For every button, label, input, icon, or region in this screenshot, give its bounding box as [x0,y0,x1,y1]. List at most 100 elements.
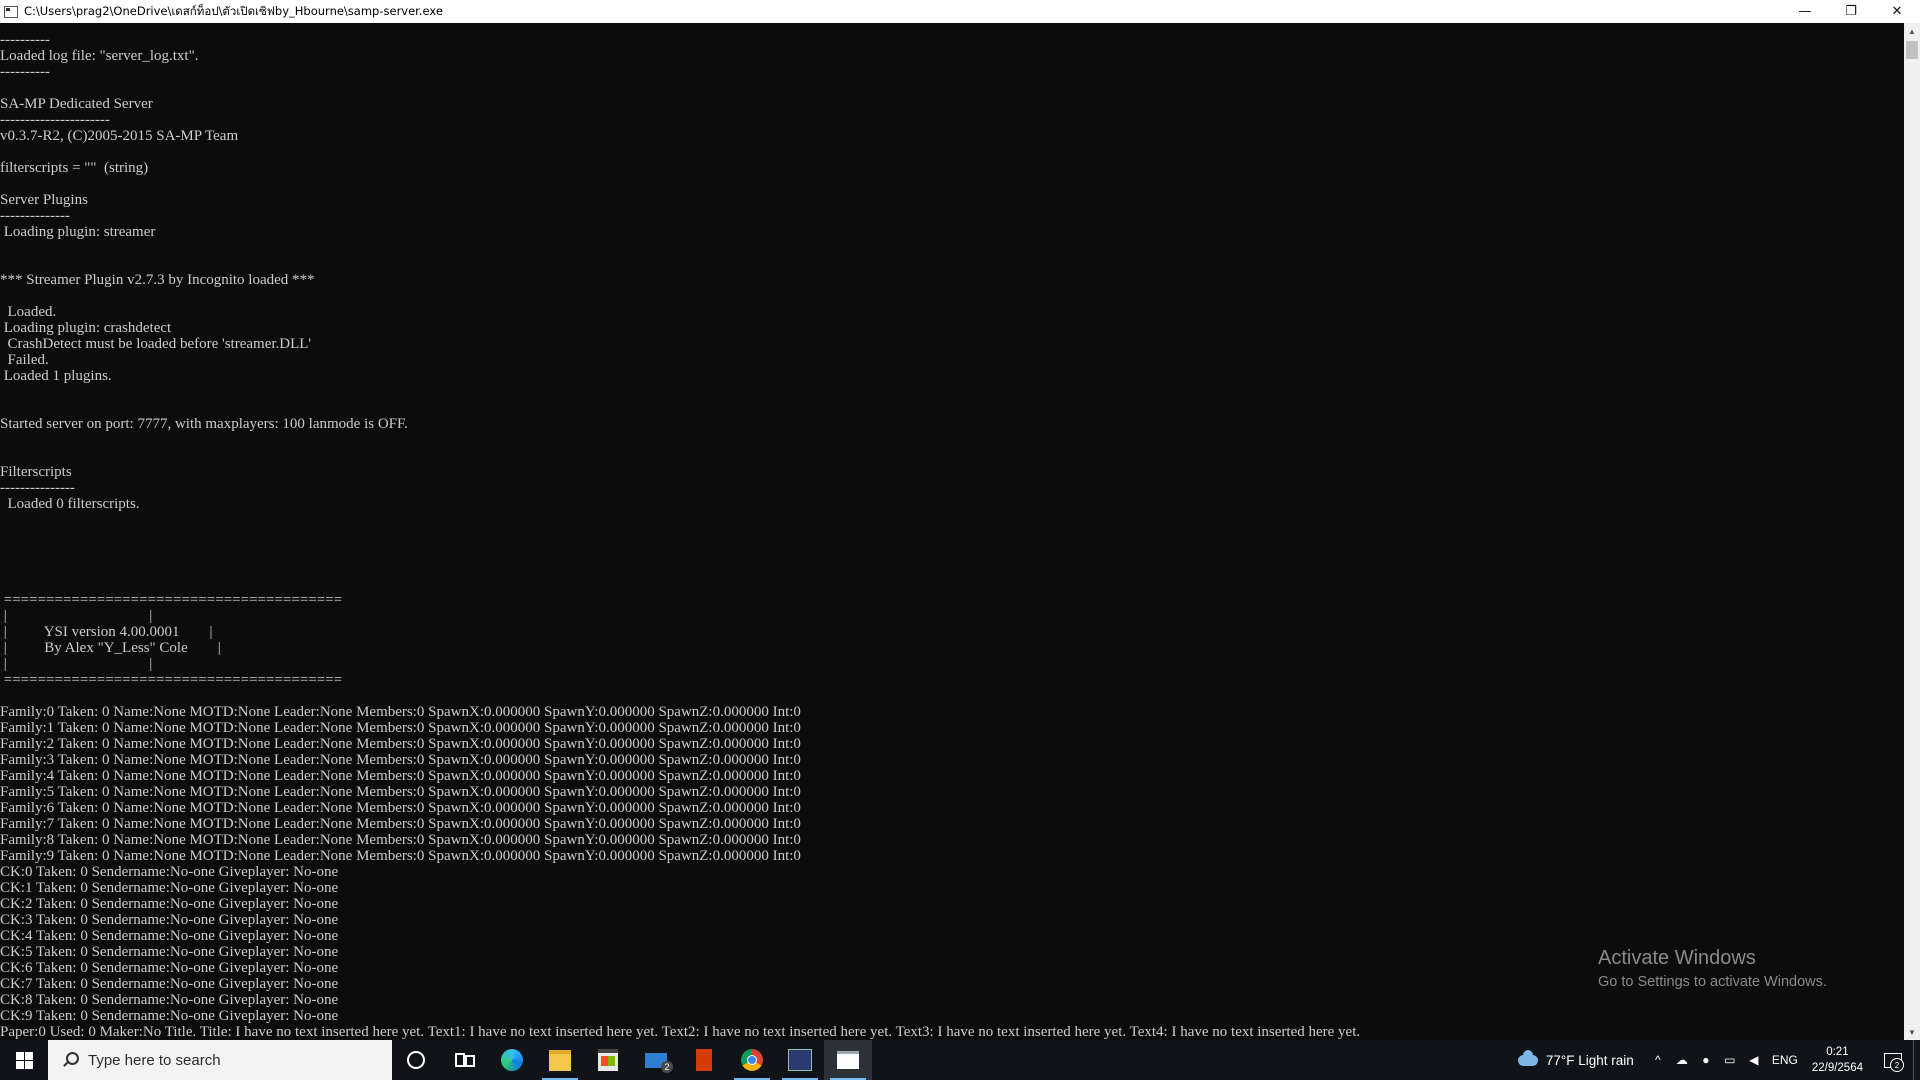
console-line: Paper:0 Used: 0 Maker:No Title. Title: I… [0,1024,1361,1040]
show-hidden-icons-chevron-icon[interactable]: ^ [1646,1040,1670,1080]
console-output[interactable]: ---------- Loaded log file: "server_log.t… [0,23,1904,1040]
console-line: CK:8 Taken: 0 Sendername:No-one Giveplay… [0,992,339,1008]
cortana-button[interactable] [392,1040,440,1080]
console-line: *** Streamer Plugin v2.7.3 by Incognito … [0,272,315,288]
console-line: ======================================== [0,592,343,608]
clock-date: 22/9/2564 [1811,1062,1863,1074]
speaker-icon[interactable]: ◀ [1742,1040,1766,1080]
file-explorer-icon [549,1049,571,1071]
samp-icon [788,1049,812,1071]
scrollbar-thumb[interactable] [1906,41,1918,59]
office-button[interactable] [680,1040,728,1080]
console-line: CK:0 Taken: 0 Sendername:No-one Giveplay… [0,864,339,880]
watermark-title: Activate Windows [1598,947,1756,969]
maximize-button[interactable]: ❐ [1828,0,1874,23]
scroll-down-arrow-icon[interactable]: ▼ [1904,1024,1920,1040]
window-controls: — ❐ ✕ [1782,0,1920,23]
console-line: CK:6 Taken: 0 Sendername:No-one Giveplay… [0,960,339,976]
network-icon[interactable]: ▭ [1718,1040,1742,1080]
weather-text: 77°F Light rain [1545,1052,1634,1068]
console-line: Loaded 1 plugins. [0,368,112,384]
watermark-subtitle: Go to Settings to activate Windows. [1598,974,1827,990]
window-title: C:\Users\prag2\OneDrive\เดสก์ท็อป\ตัวเปิ… [24,3,443,18]
clock-time: 0:21 [1826,1046,1849,1058]
taskbar-search-box[interactable]: Type here to search [48,1040,392,1080]
console-line: Family:8 Taken: 0 Name:None MOTD:None Le… [0,832,801,848]
weather-widget[interactable]: 77°F Light rain [1517,1049,1634,1068]
console-line: CK:1 Taken: 0 Sendername:No-one Giveplay… [0,880,339,896]
microphone-icon[interactable]: ● [1694,1040,1718,1080]
onedrive-icon[interactable]: ☁ [1670,1040,1694,1080]
console-line: CK:2 Taken: 0 Sendername:No-one Giveplay… [0,896,339,912]
console-line: Loaded. [0,304,57,320]
search-icon [62,1052,79,1068]
console-app-icon [4,5,18,18]
action-center-button[interactable]: 2 [1873,1040,1913,1080]
console-line: ---------- [0,32,50,48]
office-icon [696,1049,712,1071]
console-line: filterscripts = "" (string) [0,160,149,176]
minimize-button[interactable]: — [1782,0,1828,23]
search-placeholder: Type here to search [88,1051,221,1069]
console-line: | | [0,608,153,624]
edge-button[interactable] [488,1040,536,1080]
mail-button[interactable]: 2 [632,1040,680,1080]
chrome-button[interactable] [728,1040,776,1080]
task-view-button[interactable] [440,1040,488,1080]
console-line: CK:5 Taken: 0 Sendername:No-one Giveplay… [0,944,339,960]
console-line: Family:4 Taken: 0 Name:None MOTD:None Le… [0,768,801,784]
scroll-up-arrow-icon[interactable]: ▲ [1904,23,1920,39]
store-button[interactable] [584,1040,632,1080]
edge-icon [501,1049,523,1071]
start-button[interactable] [0,1040,48,1080]
notification-count: 2 [1890,1058,1904,1072]
console-line: | | [0,656,153,672]
console-line: Family:1 Taken: 0 Name:None MOTD:None Le… [0,720,801,736]
close-button[interactable]: ✕ [1874,0,1920,23]
chrome-icon [741,1049,763,1071]
console-line: ---------- [0,64,50,80]
samp-button[interactable] [776,1040,824,1080]
console-line: Family:2 Taken: 0 Name:None MOTD:None Le… [0,736,801,752]
console-line: CK:9 Taken: 0 Sendername:No-one Giveplay… [0,1008,339,1024]
file-explorer-button[interactable] [536,1040,584,1080]
language-indicator[interactable]: ENG [1772,1053,1798,1067]
windows-logo-icon [15,1051,33,1069]
console-line: CK:7 Taken: 0 Sendername:No-one Giveplay… [0,976,339,992]
console-line: Family:7 Taken: 0 Name:None MOTD:None Le… [0,816,801,832]
console-line: CrashDetect must be loaded before 'strea… [0,336,312,352]
console-line: Loaded 0 filterscripts. [0,496,140,512]
console-taskbar-button[interactable] [824,1040,872,1080]
console-line: | YSI version 4.00.0001 | [0,624,213,640]
console-line: Family:6 Taken: 0 Name:None MOTD:None Le… [0,800,801,816]
console-line: Family:0 Taken: 0 Name:None MOTD:None Le… [0,704,801,720]
console-line: Family:5 Taken: 0 Name:None MOTD:None Le… [0,784,801,800]
console-line: ---------------------- [0,112,110,128]
console-line: Loaded log file: "server_log.txt". [0,48,199,64]
console-line: v0.3.7-R2, (C)2005-2015 SA-MP Team [0,128,239,144]
clock[interactable]: 0:21 22/9/2564 [1812,1044,1863,1076]
vertical-scrollbar[interactable]: ▲ ▼ [1904,23,1920,1040]
console-line: SA-MP Dedicated Server [0,96,153,112]
console-icon [837,1051,859,1069]
window-title-bar[interactable]: C:\Users\prag2\OneDrive\เดสก์ท็อป\ตัวเปิ… [0,0,1920,23]
console-text-area: ---------- Loaded log file: "server_log.t… [0,32,1360,1040]
task-view-icon [455,1053,475,1067]
console-line: Server Plugins [0,192,88,208]
console-line: --------------- [0,480,75,496]
console-line: Filterscripts [0,464,72,480]
system-tray: 77°F Light rain ^ ☁ ● ▭ ◀ ENG 0:21 22/9/… [1517,1040,1920,1080]
taskbar: Type here to search 2 77°F Light rain ^ … [0,1040,1920,1080]
console-line: Family:9 Taken: 0 Name:None MOTD:None Le… [0,848,801,864]
console-line: Family:3 Taken: 0 Name:None MOTD:None Le… [0,752,801,768]
show-desktop-button[interactable] [1913,1040,1920,1080]
console-line: -------------- [0,208,70,224]
